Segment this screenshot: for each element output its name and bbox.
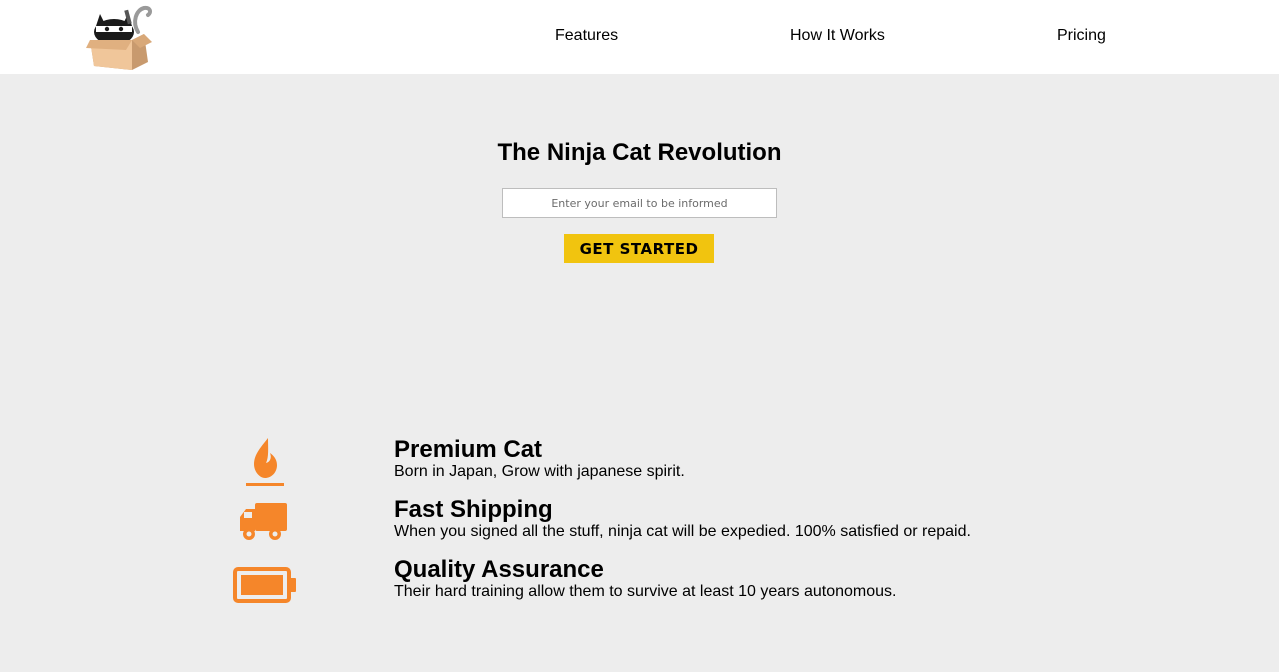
nav-link-how-it-works[interactable]: How It Works [790, 27, 885, 45]
feature-description: Their hard training allow them to surviv… [394, 583, 897, 600]
battery-icon [232, 566, 298, 604]
nav-link-pricing[interactable]: Pricing [1057, 27, 1106, 45]
ninja-cat-logo-icon[interactable] [86, 2, 162, 72]
feature-title-premium-cat: Premium Cat [394, 436, 543, 463]
fire-icon [244, 436, 286, 488]
site-header: Features How It Works Pricing [0, 0, 1279, 74]
feature-title-fast-shipping: Fast Shipping [394, 496, 553, 523]
nav-link-features[interactable]: Features [555, 27, 618, 45]
feature-title-quality-assurance: Quality Assurance [394, 556, 604, 583]
email-input[interactable] [502, 188, 777, 218]
get-started-button[interactable]: GET STARTED [564, 234, 714, 263]
feature-description: When you signed all the stuff, ninja cat… [394, 523, 971, 540]
truck-icon [238, 501, 290, 543]
feature-description: Born in Japan, Grow with japanese spirit… [394, 463, 685, 480]
hero-title: The Ninja Cat Revolution [497, 139, 782, 166]
